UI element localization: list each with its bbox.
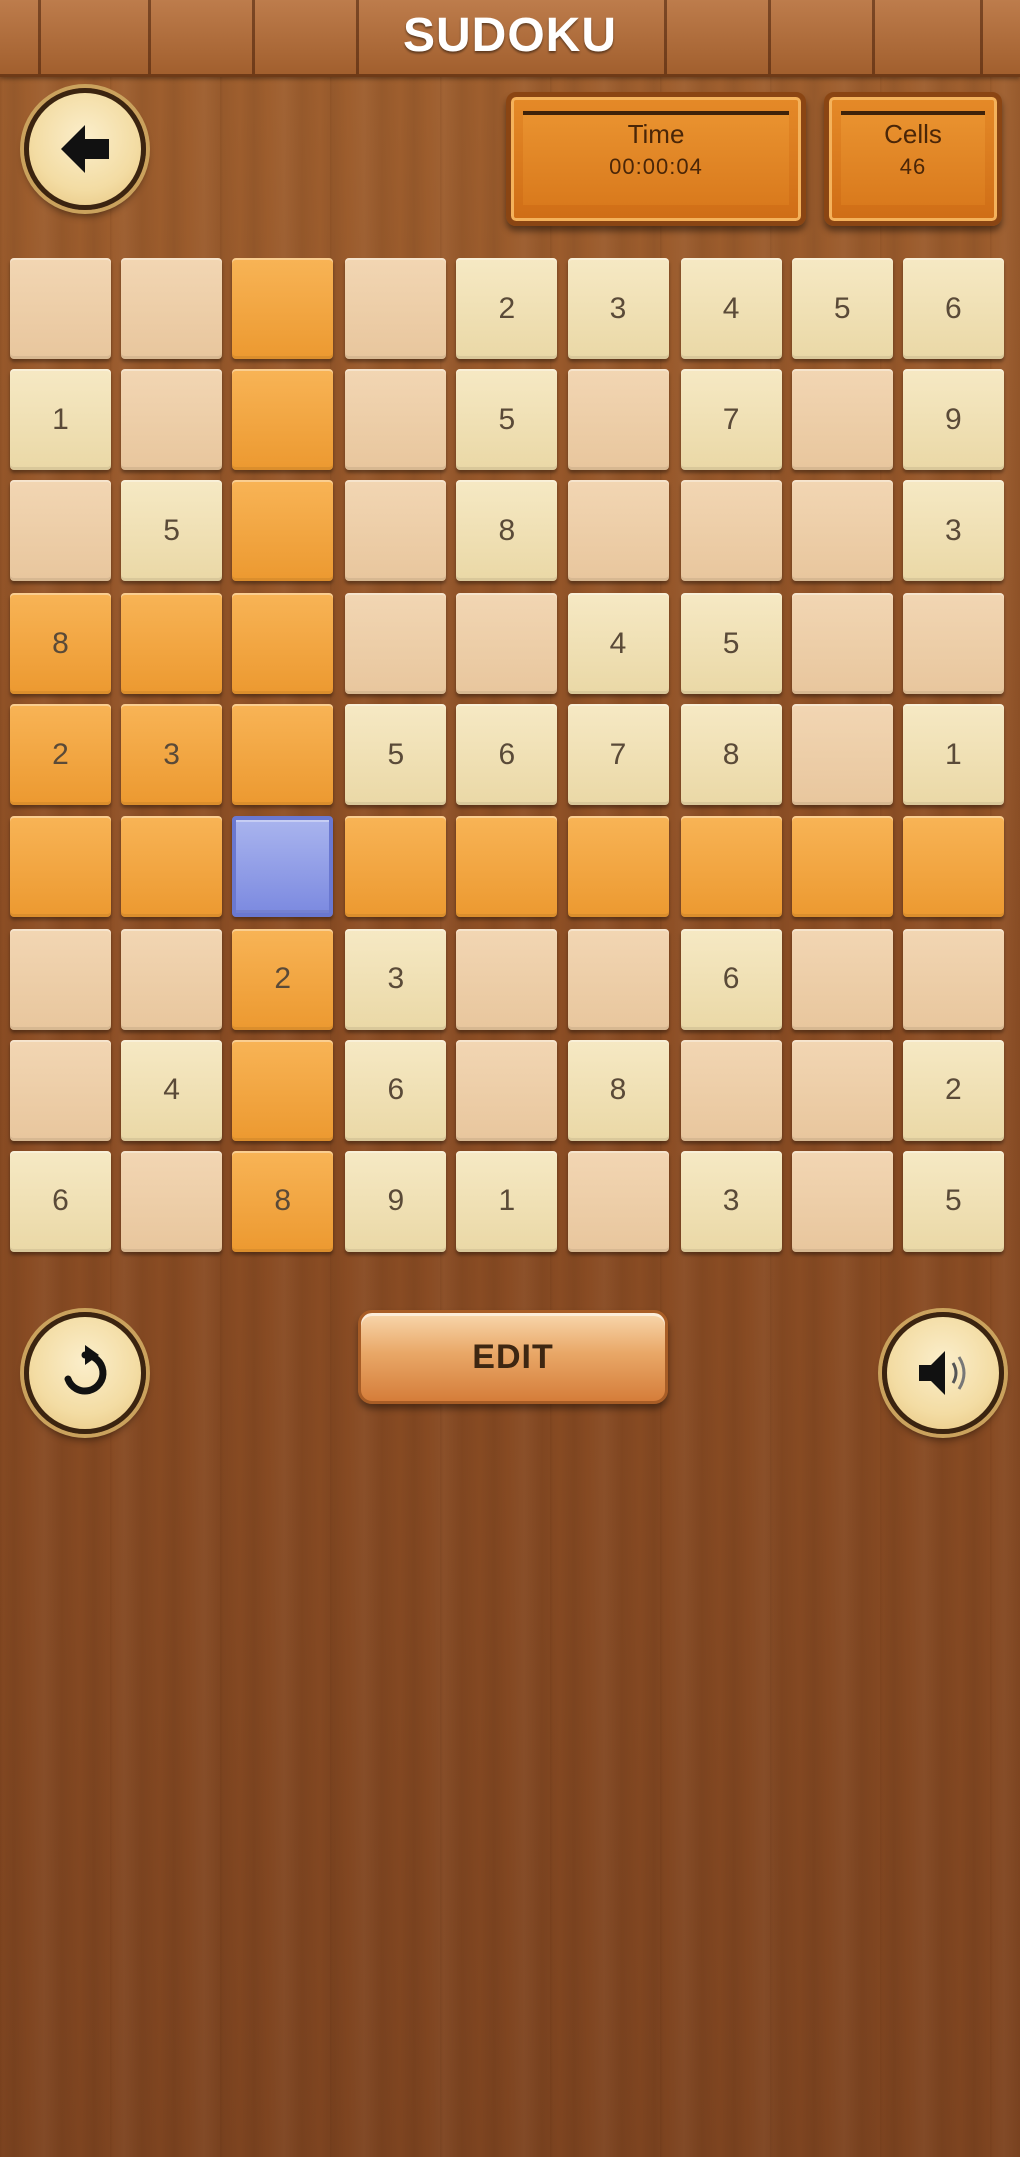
board-cell[interactable] — [345, 369, 447, 471]
board-cell[interactable] — [791, 1039, 893, 1141]
board-cell[interactable]: 6 — [902, 258, 1004, 359]
board-cell[interactable] — [232, 480, 334, 582]
board-cell[interactable]: 6 — [456, 704, 558, 806]
board-cell[interactable]: 5 — [791, 258, 893, 359]
board-cell[interactable]: 2 — [902, 1039, 1004, 1141]
board-cell[interactable] — [791, 480, 893, 582]
board-cell[interactable]: 9 — [345, 1150, 447, 1252]
board-cell[interactable] — [791, 815, 893, 917]
time-label: Time — [627, 119, 685, 149]
board-cell[interactable] — [232, 704, 334, 806]
board-cell[interactable]: 4 — [567, 593, 669, 695]
board-cell[interactable] — [567, 369, 669, 471]
board-cell[interactable] — [680, 815, 782, 917]
cells-panel: Cells 46 — [824, 92, 1002, 226]
board-cell[interactable]: 8 — [680, 704, 782, 806]
board-cell[interactable]: 5 — [456, 369, 558, 471]
board-cell[interactable] — [10, 1039, 111, 1141]
board-cell[interactable] — [680, 480, 782, 582]
edit-button[interactable]: EDIT — [358, 1310, 668, 1404]
board-cell[interactable] — [456, 1039, 558, 1141]
board-cell[interactable] — [10, 815, 111, 917]
sound-button[interactable] — [882, 1312, 1004, 1434]
board-cell[interactable] — [791, 369, 893, 471]
sudoku-board: 23456157958384523567812364682689135 — [10, 258, 1010, 1262]
board-cell[interactable]: 6 — [345, 1039, 447, 1141]
board-cell[interactable] — [232, 258, 334, 359]
restart-button[interactable] — [24, 1312, 146, 1434]
board-cell[interactable]: 4 — [680, 258, 782, 359]
speaker-icon — [919, 1351, 966, 1395]
board-cell[interactable]: 2 — [10, 704, 111, 806]
board-cell[interactable] — [121, 593, 223, 695]
cells-display: Cells 46 — [841, 111, 985, 205]
board-cell[interactable] — [791, 928, 893, 1030]
board-cell[interactable] — [10, 480, 111, 582]
board-cell[interactable] — [456, 593, 558, 695]
board-cell[interactable]: 5 — [680, 593, 782, 695]
board-cell[interactable]: 9 — [902, 369, 1004, 471]
board-cell[interactable]: 5 — [345, 704, 447, 806]
board-cell[interactable]: 1 — [10, 369, 111, 471]
board-cell[interactable]: 2 — [232, 928, 334, 1030]
board-cell[interactable]: 7 — [567, 704, 669, 806]
board-cell[interactable] — [791, 593, 893, 695]
board-cell[interactable] — [121, 369, 223, 471]
board-cell[interactable] — [10, 258, 111, 359]
board-cell[interactable]: 3 — [902, 480, 1004, 582]
time-value: 00:00:04 — [609, 154, 703, 179]
board-cell[interactable] — [902, 593, 1004, 695]
board-cell[interactable]: 3 — [680, 1150, 782, 1252]
board-cell[interactable] — [456, 928, 558, 1030]
board-cell[interactable] — [791, 1150, 893, 1252]
board-cell[interactable]: 8 — [10, 593, 111, 695]
board-cell[interactable] — [680, 1039, 782, 1141]
board-cell[interactable] — [121, 928, 223, 1030]
board-cell[interactable]: 5 — [902, 1150, 1004, 1252]
time-display: Time 00:00:04 — [523, 111, 789, 205]
board-cell[interactable]: 5 — [121, 480, 223, 582]
back-button[interactable] — [24, 88, 146, 210]
top-bar: SUDOKU — [0, 0, 1020, 77]
restart-icon — [64, 1345, 107, 1395]
board-cell[interactable]: 3 — [567, 258, 669, 359]
time-panel: Time 00:00:04 — [506, 92, 806, 226]
board-cell[interactable] — [791, 704, 893, 806]
board-cell[interactable] — [345, 815, 447, 917]
board-cell[interactable]: 7 — [680, 369, 782, 471]
board-cell[interactable] — [10, 928, 111, 1030]
board-cell[interactable] — [567, 1150, 669, 1252]
cells-label: Cells — [884, 119, 942, 149]
board-cell[interactable]: 8 — [456, 480, 558, 582]
board-cell[interactable] — [902, 815, 1004, 917]
board-cell[interactable] — [121, 258, 223, 359]
board-cell[interactable]: 6 — [10, 1150, 111, 1252]
board-cell[interactable]: 1 — [902, 704, 1004, 806]
board-cell[interactable] — [902, 928, 1004, 1030]
board-cell[interactable] — [567, 928, 669, 1030]
board-cell[interactable] — [345, 593, 447, 695]
board-cell[interactable] — [567, 480, 669, 582]
board-cell[interactable]: 3 — [345, 928, 447, 1030]
board-cell[interactable]: 4 — [121, 1039, 223, 1141]
board-cell[interactable] — [456, 815, 558, 917]
board-cell[interactable] — [345, 258, 447, 359]
board-cell[interactable] — [232, 593, 334, 695]
board-cell[interactable]: 8 — [232, 1150, 334, 1252]
arrow-left-icon — [61, 125, 109, 173]
cells-value: 46 — [899, 154, 927, 179]
board-cell[interactable] — [121, 815, 223, 917]
board-cell[interactable]: 1 — [456, 1150, 558, 1252]
board-cell[interactable] — [567, 815, 669, 917]
board-cell[interactable] — [232, 815, 334, 917]
board-cell[interactable]: 6 — [680, 928, 782, 1030]
board-cell[interactable]: 3 — [121, 704, 223, 806]
board-cell[interactable] — [232, 1039, 334, 1141]
board-cell[interactable]: 2 — [456, 258, 558, 359]
board-cell[interactable] — [345, 480, 447, 582]
board-cell[interactable] — [121, 1150, 223, 1252]
page-title: SUDOKU — [402, 9, 617, 62]
board-cell[interactable] — [232, 369, 334, 471]
board-cell[interactable]: 8 — [567, 1039, 669, 1141]
